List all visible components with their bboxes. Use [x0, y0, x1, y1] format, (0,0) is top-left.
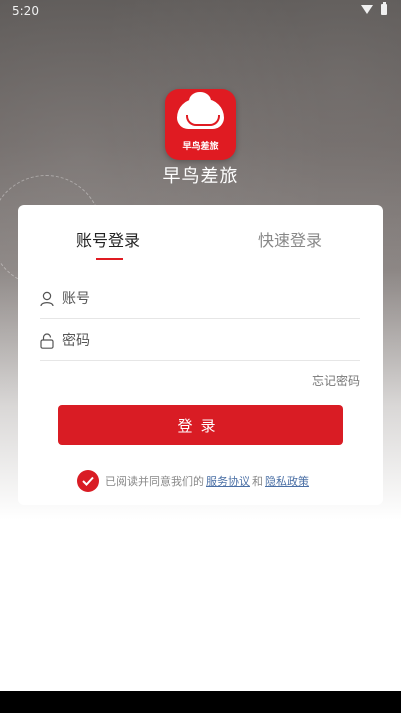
app-name: 早鸟差旅	[162, 166, 239, 187]
agreement-row: 已阅读并同意我们的 服务协议 和 隐私政策	[77, 470, 311, 492]
login-button[interactable]: 登录	[58, 405, 343, 445]
checkmark-icon	[82, 476, 94, 486]
wifi-icon	[361, 5, 373, 14]
logo-text: 早鸟差旅	[182, 142, 219, 152]
system-nav-bar	[0, 691, 401, 713]
tab-quick-login[interactable]: 快速登录	[258, 227, 322, 251]
lock-icon	[40, 333, 54, 349]
user-icon	[40, 291, 54, 307]
account-input[interactable]	[60, 286, 354, 312]
password-input[interactable]	[60, 328, 354, 354]
forgot-password-link[interactable]: 忘记密码	[312, 372, 360, 389]
privacy-policy-link[interactable]: 隐私政策	[265, 473, 309, 489]
agreement-and: 和	[252, 475, 263, 488]
login-card: 账号登录 快速登录 忘记密码 登录 已阅读并同意我们的 服务协议 和 隐私政策	[18, 205, 383, 505]
service-agreement-link[interactable]: 服务协议	[206, 473, 250, 489]
status-time: 5:20	[12, 4, 39, 18]
account-field[interactable]	[40, 278, 360, 319]
agreement-checkbox[interactable]	[77, 470, 99, 492]
password-field[interactable]	[40, 320, 360, 361]
agreement-prefix: 已阅读并同意我们的	[105, 475, 204, 488]
app-logo: 早鸟差旅	[165, 89, 236, 160]
active-tab-indicator	[96, 258, 123, 260]
status-icons	[361, 2, 387, 15]
status-bar: 5:20	[0, 0, 401, 24]
car-icon	[186, 115, 220, 126]
battery-icon	[381, 2, 387, 15]
tab-account-login[interactable]: 账号登录	[76, 227, 140, 251]
